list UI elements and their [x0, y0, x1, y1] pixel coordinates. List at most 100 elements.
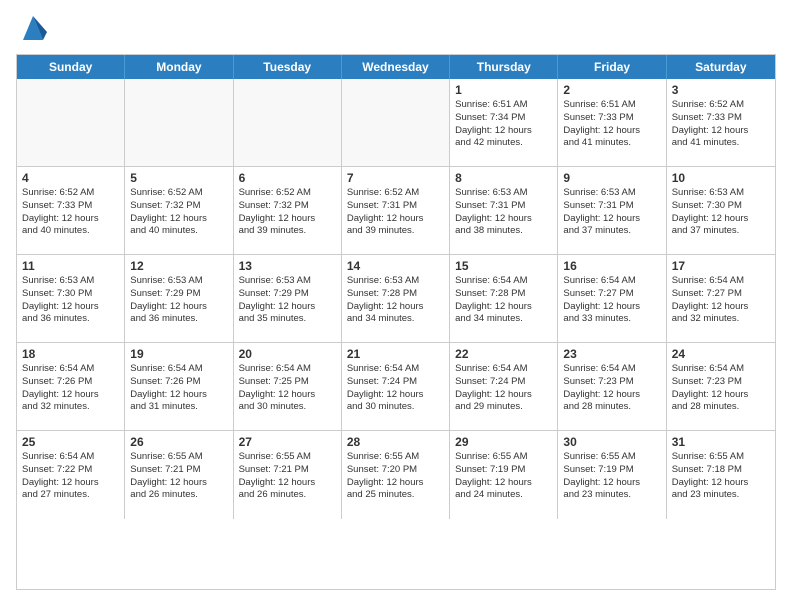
calendar-cell: 16 Sunrise: 6:54 AM Sunset: 7:27 PM Dayli… [558, 255, 666, 342]
day-number: 28 [347, 435, 444, 449]
day-number: 7 [347, 171, 444, 185]
day-number: 5 [130, 171, 227, 185]
calendar-cell: 10 Sunrise: 6:53 AM Sunset: 7:30 PM Dayli… [667, 167, 775, 254]
calendar-cell: 26 Sunrise: 6:55 AM Sunset: 7:21 PM Dayli… [125, 431, 233, 519]
calendar-cell: 30Sunrise: 6:55 AM Sunset: 7:19 PM Dayli… [558, 431, 666, 519]
day-info: Sunrise: 6:54 AM Sunset: 7:24 PM Dayligh… [455, 363, 552, 414]
day-number: 14 [347, 259, 444, 273]
calendar-cell: 14 Sunrise: 6:53 AM Sunset: 7:28 PM Dayli… [342, 255, 450, 342]
day-info: Sunrise: 6:53 AM Sunset: 7:30 PM Dayligh… [672, 187, 770, 238]
day-info: Sunrise: 6:54 AM Sunset: 7:22 PM Dayligh… [22, 451, 119, 502]
day-info: Sunrise: 6:54 AM Sunset: 7:23 PM Dayligh… [672, 363, 770, 414]
calendar-cell: 22 Sunrise: 6:54 AM Sunset: 7:24 PM Dayli… [450, 343, 558, 430]
day-info: Sunrise: 6:54 AM Sunset: 7:25 PM Dayligh… [239, 363, 336, 414]
calendar-cell: 28 Sunrise: 6:55 AM Sunset: 7:20 PM Dayli… [342, 431, 450, 519]
day-info: Sunrise: 6:54 AM Sunset: 7:23 PM Dayligh… [563, 363, 660, 414]
calendar-cell: 21 Sunrise: 6:54 AM Sunset: 7:24 PM Dayli… [342, 343, 450, 430]
day-info: Sunrise: 6:55 AM Sunset: 7:19 PM Dayligh… [563, 451, 660, 502]
calendar-week-row: 18Sunrise: 6:54 AM Sunset: 7:26 PM Dayli… [17, 343, 775, 431]
day-number: 26 [130, 435, 227, 449]
page: SundayMondayTuesdayWednesdayThursdayFrid… [0, 0, 792, 612]
day-info: Sunrise: 6:55 AM Sunset: 7:20 PM Dayligh… [347, 451, 444, 502]
day-info: Sunrise: 6:54 AM Sunset: 7:28 PM Dayligh… [455, 275, 552, 326]
day-number: 11 [22, 259, 119, 273]
day-number: 20 [239, 347, 336, 361]
day-info: Sunrise: 6:54 AM Sunset: 7:27 PM Dayligh… [563, 275, 660, 326]
calendar-header-cell: Saturday [667, 55, 775, 79]
day-number: 8 [455, 171, 552, 185]
day-info: Sunrise: 6:54 AM Sunset: 7:26 PM Dayligh… [130, 363, 227, 414]
day-info: Sunrise: 6:53 AM Sunset: 7:29 PM Dayligh… [239, 275, 336, 326]
calendar-header-cell: Friday [558, 55, 666, 79]
calendar-cell: 5 Sunrise: 6:52 AM Sunset: 7:32 PM Daylig… [125, 167, 233, 254]
day-number: 23 [563, 347, 660, 361]
day-info: Sunrise: 6:55 AM Sunset: 7:19 PM Dayligh… [455, 451, 552, 502]
day-number: 3 [672, 83, 770, 97]
calendar-cell [125, 79, 233, 166]
day-info: Sunrise: 6:52 AM Sunset: 7:32 PM Dayligh… [130, 187, 227, 238]
calendar-header-cell: Thursday [450, 55, 558, 79]
day-info: Sunrise: 6:52 AM Sunset: 7:33 PM Dayligh… [22, 187, 119, 238]
day-info: Sunrise: 6:55 AM Sunset: 7:21 PM Dayligh… [130, 451, 227, 502]
day-number: 4 [22, 171, 119, 185]
day-number: 27 [239, 435, 336, 449]
day-number: 25 [22, 435, 119, 449]
calendar-cell: 15Sunrise: 6:54 AM Sunset: 7:28 PM Dayli… [450, 255, 558, 342]
calendar-cell: 1 Sunrise: 6:51 AM Sunset: 7:34 PM Daylig… [450, 79, 558, 166]
calendar-cell: 8 Sunrise: 6:53 AM Sunset: 7:31 PM Daylig… [450, 167, 558, 254]
day-number: 6 [239, 171, 336, 185]
day-number: 12 [130, 259, 227, 273]
calendar-week-row: 1 Sunrise: 6:51 AM Sunset: 7:34 PM Daylig… [17, 79, 775, 167]
day-info: Sunrise: 6:53 AM Sunset: 7:31 PM Dayligh… [563, 187, 660, 238]
day-info: Sunrise: 6:53 AM Sunset: 7:30 PM Dayligh… [22, 275, 119, 326]
calendar-cell: 19 Sunrise: 6:54 AM Sunset: 7:26 PM Dayli… [125, 343, 233, 430]
calendar-cell: 18Sunrise: 6:54 AM Sunset: 7:26 PM Dayli… [17, 343, 125, 430]
day-info: Sunrise: 6:52 AM Sunset: 7:32 PM Dayligh… [239, 187, 336, 238]
day-number: 1 [455, 83, 552, 97]
calendar-header-cell: Sunday [17, 55, 125, 79]
logo-icon [19, 12, 47, 44]
day-number: 22 [455, 347, 552, 361]
calendar-cell: 17Sunrise: 6:54 AM Sunset: 7:27 PM Dayli… [667, 255, 775, 342]
calendar-cell: 12Sunrise: 6:53 AM Sunset: 7:29 PM Dayli… [125, 255, 233, 342]
calendar-header-cell: Wednesday [342, 55, 450, 79]
calendar-cell: 11 Sunrise: 6:53 AM Sunset: 7:30 PM Dayli… [17, 255, 125, 342]
day-number: 2 [563, 83, 660, 97]
day-info: Sunrise: 6:52 AM Sunset: 7:33 PM Dayligh… [672, 99, 770, 150]
day-number: 13 [239, 259, 336, 273]
calendar-cell: 9Sunrise: 6:53 AM Sunset: 7:31 PM Daylig… [558, 167, 666, 254]
day-number: 17 [672, 259, 770, 273]
calendar-body: 1 Sunrise: 6:51 AM Sunset: 7:34 PM Daylig… [17, 79, 775, 519]
calendar-week-row: 11 Sunrise: 6:53 AM Sunset: 7:30 PM Dayli… [17, 255, 775, 343]
calendar-week-row: 25 Sunrise: 6:54 AM Sunset: 7:22 PM Dayli… [17, 431, 775, 519]
day-number: 19 [130, 347, 227, 361]
calendar-cell [17, 79, 125, 166]
calendar-cell: 7 Sunrise: 6:52 AM Sunset: 7:31 PM Daylig… [342, 167, 450, 254]
day-number: 16 [563, 259, 660, 273]
day-info: Sunrise: 6:53 AM Sunset: 7:28 PM Dayligh… [347, 275, 444, 326]
calendar-cell [234, 79, 342, 166]
day-number: 24 [672, 347, 770, 361]
logo [16, 16, 47, 44]
day-info: Sunrise: 6:51 AM Sunset: 7:33 PM Dayligh… [563, 99, 660, 150]
header [16, 16, 776, 44]
calendar-cell: 24 Sunrise: 6:54 AM Sunset: 7:23 PM Dayli… [667, 343, 775, 430]
day-info: Sunrise: 6:55 AM Sunset: 7:21 PM Dayligh… [239, 451, 336, 502]
calendar-cell: 2 Sunrise: 6:51 AM Sunset: 7:33 PM Daylig… [558, 79, 666, 166]
calendar-week-row: 4 Sunrise: 6:52 AM Sunset: 7:33 PM Daylig… [17, 167, 775, 255]
day-info: Sunrise: 6:51 AM Sunset: 7:34 PM Dayligh… [455, 99, 552, 150]
day-number: 21 [347, 347, 444, 361]
calendar-cell: 3 Sunrise: 6:52 AM Sunset: 7:33 PM Daylig… [667, 79, 775, 166]
calendar-cell: 4 Sunrise: 6:52 AM Sunset: 7:33 PM Daylig… [17, 167, 125, 254]
day-info: Sunrise: 6:54 AM Sunset: 7:24 PM Dayligh… [347, 363, 444, 414]
day-info: Sunrise: 6:54 AM Sunset: 7:26 PM Dayligh… [22, 363, 119, 414]
day-info: Sunrise: 6:53 AM Sunset: 7:31 PM Dayligh… [455, 187, 552, 238]
day-number: 10 [672, 171, 770, 185]
calendar-cell: 25 Sunrise: 6:54 AM Sunset: 7:22 PM Dayli… [17, 431, 125, 519]
day-info: Sunrise: 6:55 AM Sunset: 7:18 PM Dayligh… [672, 451, 770, 502]
calendar-cell: 13 Sunrise: 6:53 AM Sunset: 7:29 PM Dayli… [234, 255, 342, 342]
calendar-cell: 31Sunrise: 6:55 AM Sunset: 7:18 PM Dayli… [667, 431, 775, 519]
day-info: Sunrise: 6:52 AM Sunset: 7:31 PM Dayligh… [347, 187, 444, 238]
calendar-cell: 23 Sunrise: 6:54 AM Sunset: 7:23 PM Dayli… [558, 343, 666, 430]
calendar: SundayMondayTuesdayWednesdayThursdayFrid… [16, 54, 776, 590]
